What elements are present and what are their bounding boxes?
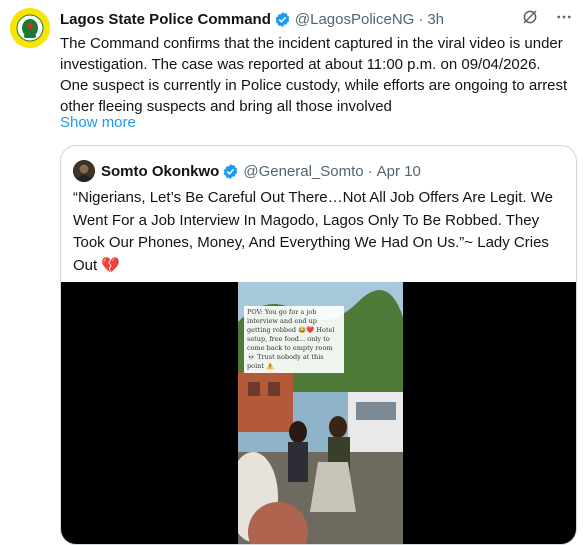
author-handle[interactable]: @LagosPoliceNG [295, 11, 414, 28]
verified-badge-icon [275, 11, 290, 27]
show-more-link[interactable]: Show more [60, 113, 136, 133]
quoted-author-avatar[interactable] [73, 160, 95, 182]
quoted-body: “Nigerians, Let’s Be Careful Out There…N… [73, 189, 553, 274]
person-photo-icon [73, 160, 95, 182]
quoted-author-handle[interactable]: @General_Somto [243, 163, 363, 180]
author-avatar[interactable] [10, 8, 50, 48]
quoted-date[interactable]: Apr 10 [377, 163, 421, 180]
video-player[interactable]: POV: You go for a job interview and end … [61, 282, 576, 544]
quoted-author-name[interactable]: Somto Okonkwo [101, 163, 219, 180]
tweet-header: Lagos State Police Command @LagosPoliceN… [60, 8, 573, 30]
verified-badge-icon [224, 163, 238, 179]
header-separator: · [418, 10, 424, 28]
video-frame: POV: You go for a job interview and end … [238, 282, 403, 544]
quoted-header: Somto Okonkwo @General_Somto · Apr 10 [73, 160, 421, 182]
police-logo-icon [10, 8, 50, 48]
more-icon[interactable] [555, 8, 573, 26]
quoted-tweet[interactable]: Somto Okonkwo @General_Somto · Apr 10 “N… [60, 145, 577, 545]
video-caption: POV: You go for a job interview and end … [244, 306, 344, 373]
author-name[interactable]: Lagos State Police Command [60, 11, 271, 28]
quoted-separator: · [367, 162, 373, 180]
tweet-body: The Command confirms that the incident c… [60, 35, 568, 115]
grok-icon[interactable] [521, 8, 539, 26]
header-actions [521, 8, 573, 26]
tweet-time[interactable]: 3h [427, 11, 444, 28]
